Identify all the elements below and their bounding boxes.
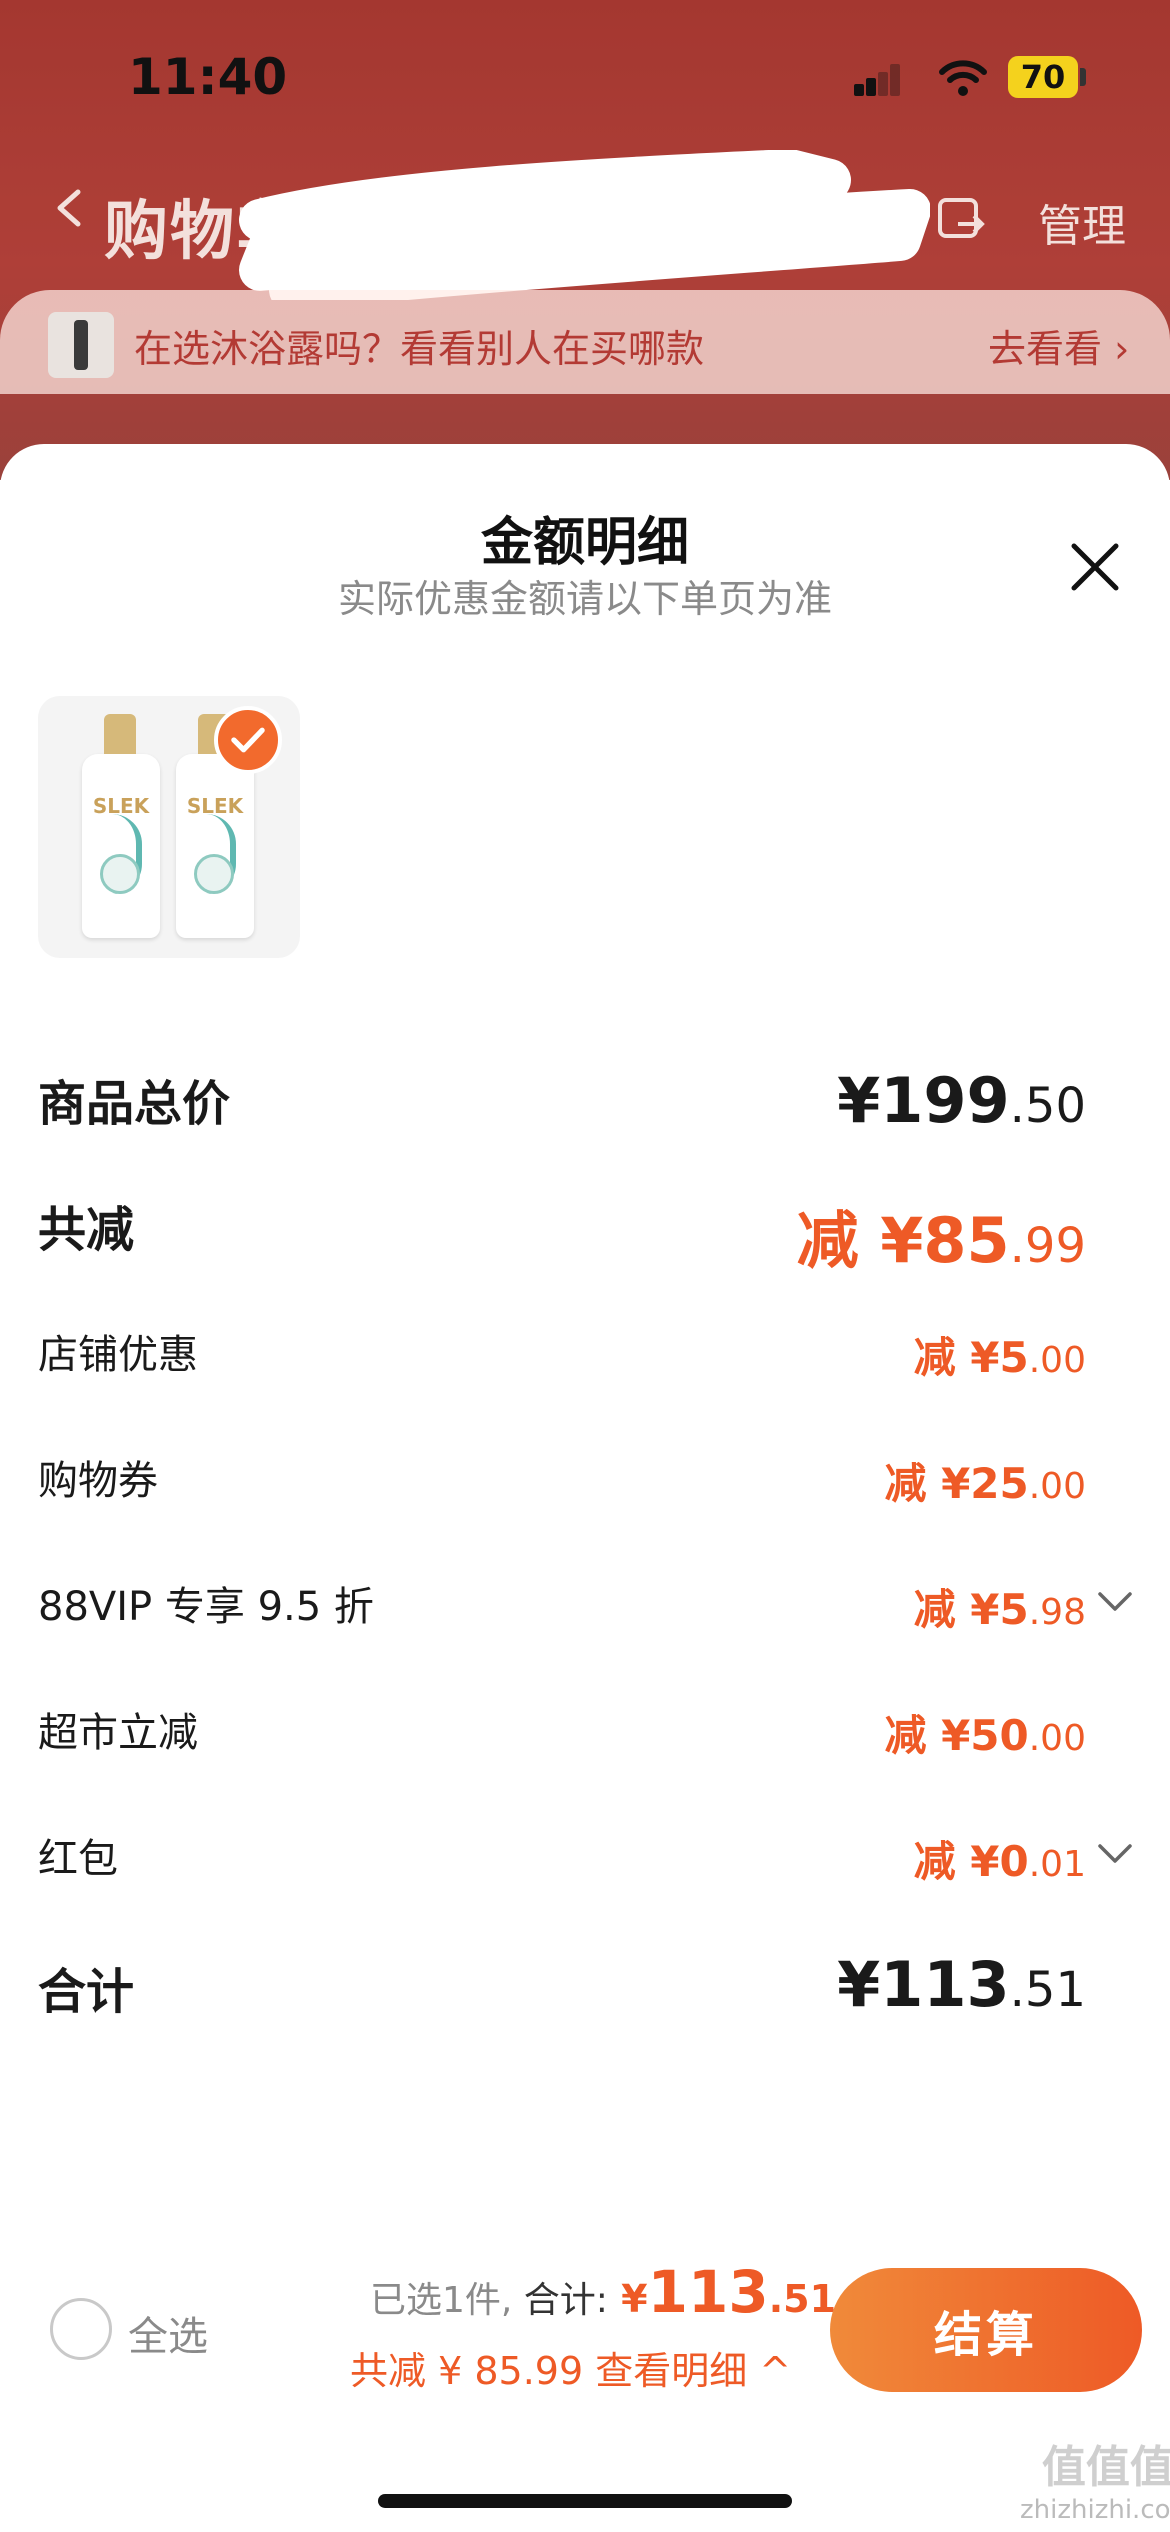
redaction-scribble — [239, 150, 930, 300]
chevron-down-icon[interactable] — [1096, 1590, 1134, 1614]
row-value-total-discount: 减 ¥85.99 — [796, 1204, 1086, 1277]
selected-check-icon[interactable] — [214, 706, 282, 774]
manage-button[interactable]: 管理 — [1038, 190, 1126, 254]
selected-count: 已选1件, — [370, 2280, 513, 2321]
close-icon[interactable] — [1066, 538, 1124, 596]
row-label-grand-total: 合计 — [38, 1964, 135, 2020]
view-detail-link[interactable]: 共减 ¥ 85.99 查看明细 ^ — [350, 2340, 791, 2395]
row-label-coupon: 购物券 — [38, 1458, 158, 1504]
battery-icon: 70 — [1008, 56, 1078, 98]
select-all-checkbox[interactable] — [50, 2298, 112, 2360]
checkout-button[interactable]: 结算 — [830, 2268, 1142, 2392]
home-indicator — [378, 2494, 792, 2508]
watermark-main: 值值值 — [1041, 2442, 1170, 2493]
total-currency: ¥ — [607, 2277, 648, 2321]
sheet-subtitle: 实际优惠金额请以下单页为准 — [337, 577, 832, 621]
total-amount: 113 — [647, 2258, 769, 2326]
row-label-subtotal: 商品总价 — [38, 1076, 231, 1132]
row-value-subtotal: ¥199.50 — [837, 1064, 1086, 1137]
status-time: 11:40 — [128, 48, 288, 106]
row-label-red-packet: 红包 — [38, 1836, 118, 1882]
share-cart-icon[interactable] — [936, 196, 986, 244]
row-value-grand-total: ¥113.51 — [837, 1948, 1086, 2021]
signal-icon — [854, 64, 900, 96]
row-label-total-discount: 共减 — [38, 1202, 135, 1258]
watermark-logo: 值值值 zhizhizhi.com — [1020, 2442, 1170, 2526]
promo-link[interactable]: 去看看 › — [988, 318, 1129, 373]
back-chevron-icon[interactable] — [54, 188, 84, 228]
total-decimal: .51 — [768, 2277, 837, 2321]
row-value-store-discount: 减 ¥5.00 — [913, 1333, 1086, 1382]
row-label-vip-discount: 88VIP 专享 9.5 折 — [38, 1584, 374, 1630]
row-label-supermarket-discount: 超市立减 — [38, 1710, 198, 1756]
wifi-icon — [939, 60, 987, 96]
row-value-red-packet[interactable]: 减 ¥0.01 — [914, 1828, 1086, 1889]
row-value-coupon: 减 ¥25.00 — [884, 1459, 1086, 1508]
select-all-label[interactable]: 全选 — [128, 2304, 208, 2362]
cart-summary: 已选1件, 合计: ¥113.51 — [370, 2258, 836, 2326]
promo-text: 在选沐浴露吗？看看别人在买哪款 — [134, 327, 705, 371]
row-value-vip-discount[interactable]: 减 ¥5.98 — [914, 1576, 1086, 1637]
promo-product-thumbnail — [48, 312, 114, 378]
chevron-down-icon[interactable] — [1096, 1842, 1134, 1866]
battery-tip — [1080, 68, 1086, 86]
sheet-title: 金额明细 — [480, 513, 689, 573]
watermark-sub: zhizhizhi.com — [1020, 2494, 1170, 2525]
row-value-supermarket-discount: 减 ¥50.00 — [884, 1711, 1086, 1760]
row-label-store-discount: 店铺优惠 — [38, 1332, 198, 1378]
total-label: 合计: — [512, 2280, 608, 2321]
